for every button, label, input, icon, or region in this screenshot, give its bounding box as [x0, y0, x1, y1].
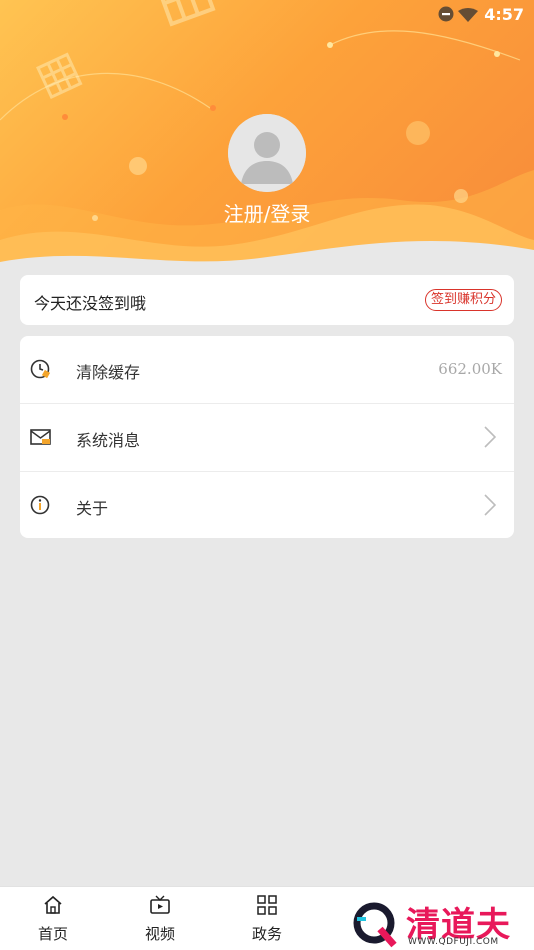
nav-label: 首页	[37, 925, 68, 943]
chevron-right-icon	[484, 426, 497, 452]
menu-item-label: 关于	[76, 499, 109, 518]
avatar[interactable]	[228, 114, 306, 192]
nav-item-home[interactable]: 首页	[0, 887, 106, 950]
do-not-disturb-icon	[438, 6, 454, 26]
clock-broom-icon	[30, 358, 52, 380]
envelope-icon	[30, 426, 52, 448]
info-icon	[30, 494, 52, 516]
wifi-icon	[458, 7, 478, 26]
watermark: 清道夫 WWW.QDFUJI.COM	[348, 895, 534, 949]
profile-header: 4:57 注册/登录	[0, 0, 534, 290]
grid-icon	[257, 895, 277, 915]
watermark-logo-icon	[353, 902, 397, 948]
nav-item-video[interactable]: 视频	[107, 887, 213, 950]
menu-item-clear-cache[interactable]: 清除缓存 662.00K	[20, 336, 514, 404]
nav-label: 政务	[251, 925, 282, 943]
menu-item-label: 系统消息	[76, 431, 141, 450]
home-icon	[44, 895, 62, 914]
checkin-status-text: 今天还没签到哦	[34, 294, 147, 313]
checkin-button[interactable]: 签到赚积分	[424, 289, 502, 311]
menu-item-system-messages[interactable]: 系统消息	[20, 404, 514, 472]
watermark-url: WWW.QDFUJI.COM	[408, 937, 499, 947]
menu-item-about[interactable]: 关于	[20, 472, 514, 539]
cache-size-value: 662.00K	[438, 360, 502, 378]
nav-item-government[interactable]: 政务	[214, 887, 320, 950]
chevron-right-icon	[484, 494, 497, 520]
user-silhouette-icon	[228, 114, 306, 192]
settings-menu: 清除缓存 662.00K 系统消息 关于	[20, 336, 514, 538]
tv-icon	[150, 895, 170, 914]
status-time: 4:57	[484, 5, 524, 24]
nav-label: 视频	[144, 925, 175, 943]
status-bar: 4:57	[0, 0, 534, 30]
checkin-card: 今天还没签到哦 签到赚积分	[20, 275, 514, 325]
login-register-link[interactable]: 注册/登录	[0, 198, 534, 227]
menu-item-label: 清除缓存	[76, 363, 141, 382]
